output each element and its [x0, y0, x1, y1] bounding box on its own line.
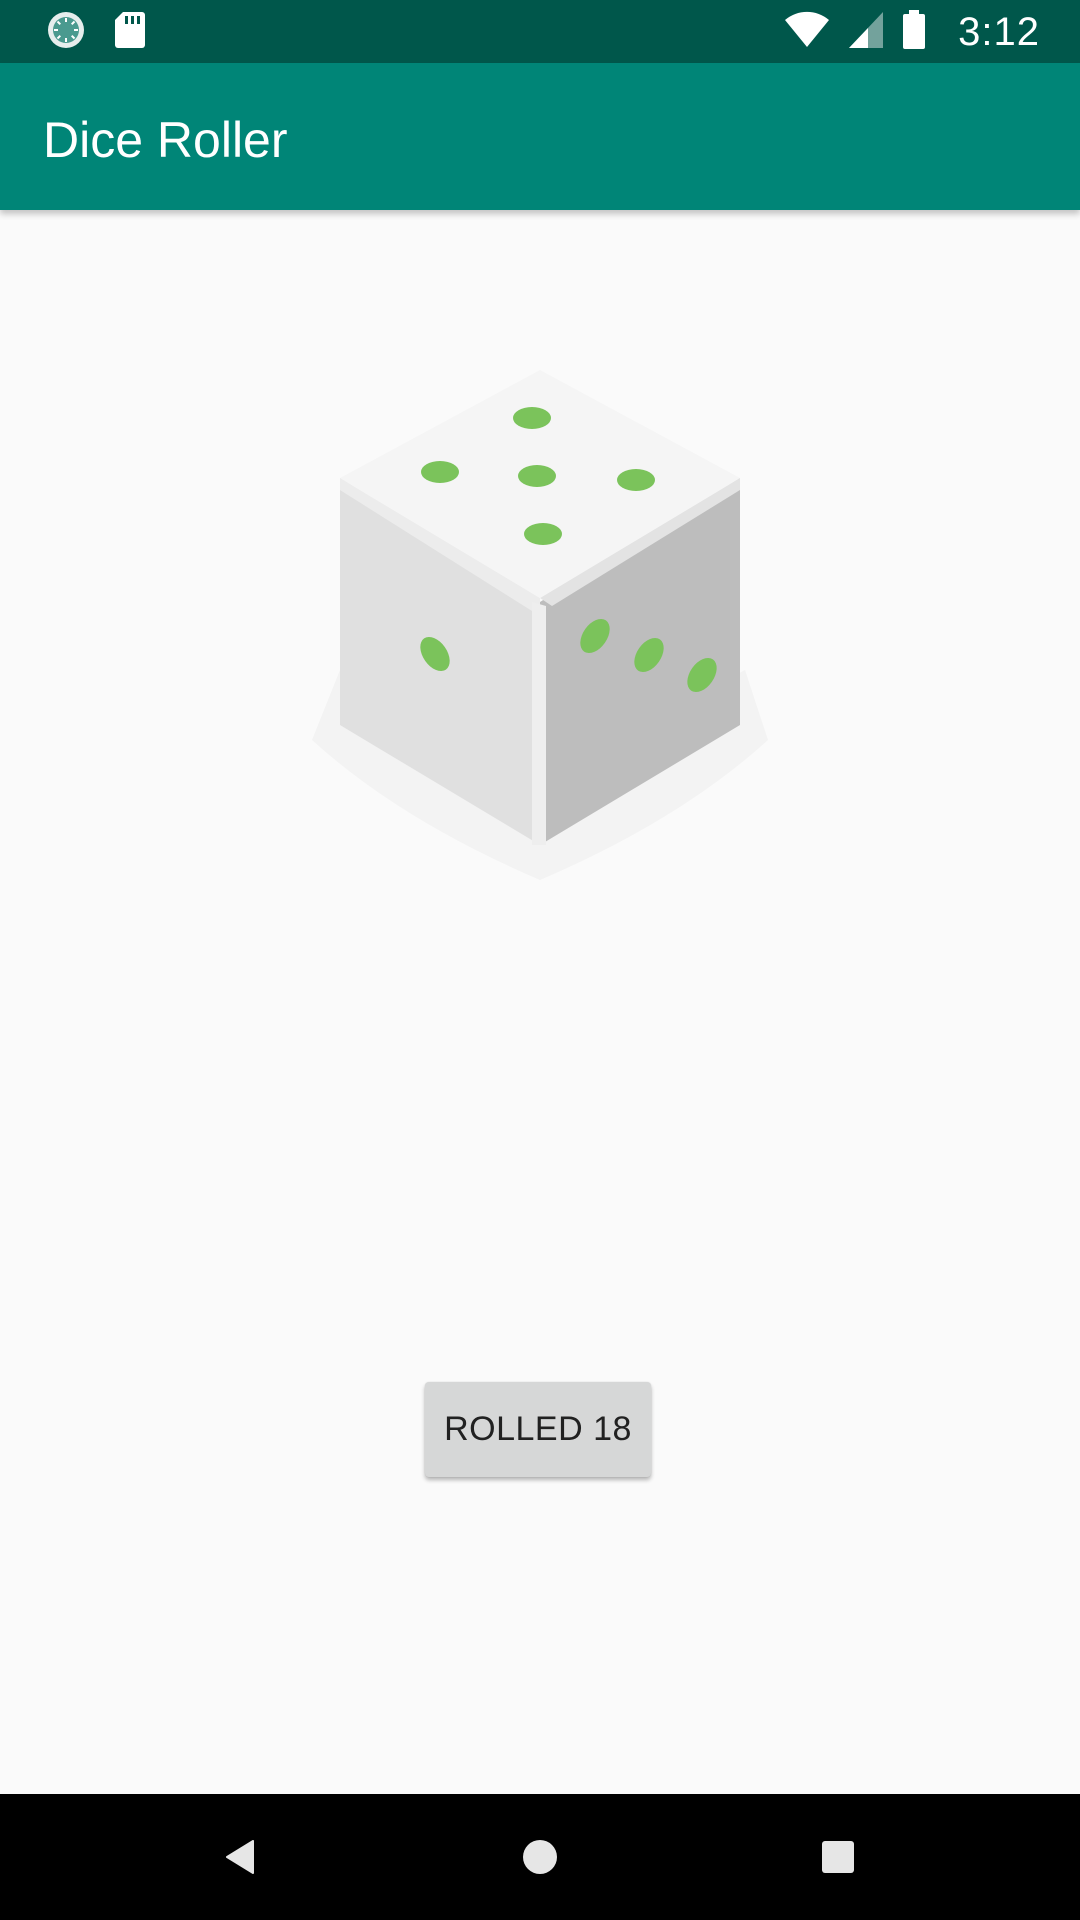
roll-button[interactable]: ROLLED 18	[425, 1382, 651, 1477]
home-icon	[523, 1840, 557, 1874]
app-title: Dice Roller	[43, 112, 288, 168]
status-time: 3:12	[958, 9, 1040, 54]
signal-icon	[848, 11, 884, 54]
screen: 3:12 Dice Roller ROLLED 18	[0, 0, 1080, 1920]
wifi-icon	[784, 11, 830, 54]
status-right-icons: 3:12	[784, 8, 1040, 56]
back-button[interactable]	[208, 1824, 274, 1890]
navigation-bar	[0, 1794, 1080, 1920]
status-bar: 3:12	[0, 0, 1080, 63]
app-bar: Dice Roller	[0, 63, 1080, 210]
home-button[interactable]	[507, 1824, 573, 1890]
dice-image	[300, 370, 780, 910]
dice-icon	[312, 370, 768, 880]
recents-button[interactable]	[805, 1824, 871, 1890]
sd-card-icon	[114, 10, 146, 55]
back-icon	[226, 1840, 254, 1874]
status-left-icons	[46, 10, 146, 54]
battery-icon	[902, 9, 926, 55]
sync-icon	[46, 10, 86, 55]
recents-icon	[822, 1841, 854, 1873]
